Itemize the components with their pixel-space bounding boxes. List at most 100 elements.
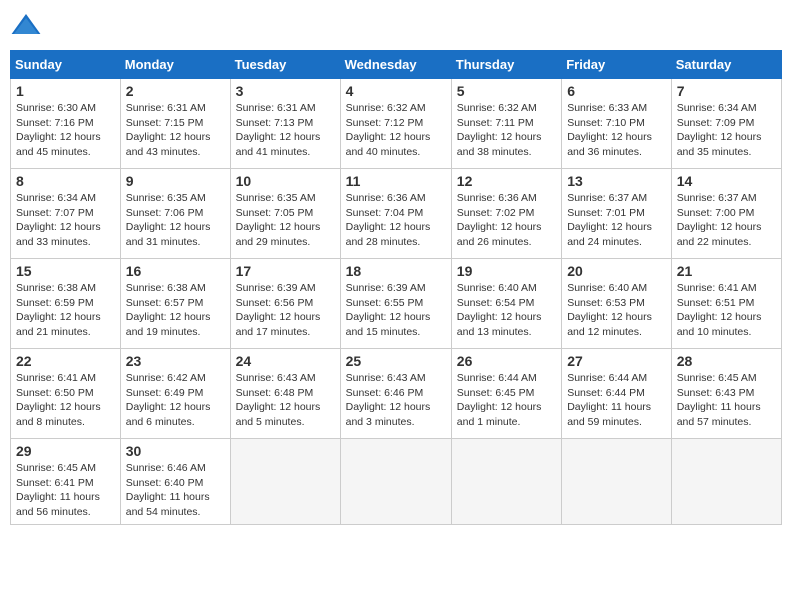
day-info: Sunrise: 6:37 AMSunset: 7:01 PMDaylight:… — [567, 191, 666, 250]
day-info: Sunrise: 6:33 AMSunset: 7:10 PMDaylight:… — [567, 101, 666, 160]
calendar-header-row: SundayMondayTuesdayWednesdayThursdayFrid… — [11, 51, 782, 79]
calendar-cell: 24 Sunrise: 6:43 AMSunset: 6:48 PMDayligh… — [230, 349, 340, 439]
calendar-cell: 25Sunrise: 6:43 AMSunset: 6:46 PMDayligh… — [340, 349, 451, 439]
day-number: 26 — [457, 353, 556, 369]
day-info: Sunrise: 6:45 AMSunset: 6:41 PMDaylight:… — [16, 461, 115, 520]
day-info: Sunrise: 6:41 AMSunset: 6:50 PMDaylight:… — [16, 371, 115, 430]
calendar-cell: 19 Sunrise: 6:40 AMSunset: 6:54 PMDayligh… — [451, 259, 561, 349]
calendar-cell: 10 Sunrise: 6:35 AMSunset: 7:05 PMDayligh… — [230, 169, 340, 259]
calendar-cell: 15Sunrise: 6:38 AMSunset: 6:59 PMDayligh… — [11, 259, 121, 349]
calendar-cell: 30 Sunrise: 6:46 AMSunset: 6:40 PMDayligh… — [120, 439, 230, 525]
calendar-header-thursday: Thursday — [451, 51, 561, 79]
calendar-cell: 18Sunrise: 6:39 AMSunset: 6:55 PMDayligh… — [340, 259, 451, 349]
calendar-cell: 22Sunrise: 6:41 AMSunset: 6:50 PMDayligh… — [11, 349, 121, 439]
logo-icon — [10, 10, 42, 42]
calendar-cell: 5Sunrise: 6:32 AMSunset: 7:11 PMDaylight… — [451, 79, 561, 169]
day-info: Sunrise: 6:38 AMSunset: 6:57 PMDaylight:… — [126, 281, 225, 340]
calendar-cell — [230, 439, 340, 525]
calendar-cell: 29Sunrise: 6:45 AMSunset: 6:41 PMDayligh… — [11, 439, 121, 525]
calendar-cell: 7 Sunrise: 6:34 AMSunset: 7:09 PMDaylight… — [671, 79, 781, 169]
day-number: 14 — [677, 173, 776, 189]
calendar-header-saturday: Saturday — [671, 51, 781, 79]
calendar-header-friday: Friday — [562, 51, 672, 79]
logo — [10, 10, 46, 42]
calendar-cell: 6 Sunrise: 6:33 AMSunset: 7:10 PMDaylight… — [562, 79, 672, 169]
calendar-week-row: 8 Sunrise: 6:34 AMSunset: 7:07 PMDaylight… — [11, 169, 782, 259]
day-number: 21 — [677, 263, 776, 279]
calendar-cell: 3 Sunrise: 6:31 AMSunset: 7:13 PMDaylight… — [230, 79, 340, 169]
day-number: 23 — [126, 353, 225, 369]
day-info: Sunrise: 6:43 AMSunset: 6:48 PMDaylight:… — [236, 371, 335, 430]
day-number: 19 — [457, 263, 556, 279]
day-number: 15 — [16, 263, 115, 279]
day-number: 2 — [126, 83, 225, 99]
calendar-week-row: 15Sunrise: 6:38 AMSunset: 6:59 PMDayligh… — [11, 259, 782, 349]
calendar-cell — [451, 439, 561, 525]
day-info: Sunrise: 6:41 AMSunset: 6:51 PMDaylight:… — [677, 281, 776, 340]
calendar-header-wednesday: Wednesday — [340, 51, 451, 79]
day-info: Sunrise: 6:37 AMSunset: 7:00 PMDaylight:… — [677, 191, 776, 250]
day-info: Sunrise: 6:31 AMSunset: 7:13 PMDaylight:… — [236, 101, 335, 160]
day-info: Sunrise: 6:39 AMSunset: 6:56 PMDaylight:… — [236, 281, 335, 340]
page-header — [10, 10, 782, 42]
day-info: Sunrise: 6:36 AMSunset: 7:04 PMDaylight:… — [346, 191, 446, 250]
day-number: 11 — [346, 173, 446, 189]
day-info: Sunrise: 6:34 AMSunset: 7:09 PMDaylight:… — [677, 101, 776, 160]
day-info: Sunrise: 6:40 AMSunset: 6:54 PMDaylight:… — [457, 281, 556, 340]
calendar-cell — [340, 439, 451, 525]
calendar-cell: 11 Sunrise: 6:36 AMSunset: 7:04 PMDayligh… — [340, 169, 451, 259]
calendar-cell: 20Sunrise: 6:40 AMSunset: 6:53 PMDayligh… — [562, 259, 672, 349]
calendar-cell: 2 Sunrise: 6:31 AMSunset: 7:15 PMDaylight… — [120, 79, 230, 169]
day-info: Sunrise: 6:32 AMSunset: 7:11 PMDaylight:… — [457, 101, 556, 160]
day-number: 3 — [236, 83, 335, 99]
calendar-cell: 26 Sunrise: 6:44 AMSunset: 6:45 PMDayligh… — [451, 349, 561, 439]
calendar-cell — [562, 439, 672, 525]
day-info: Sunrise: 6:36 AMSunset: 7:02 PMDaylight:… — [457, 191, 556, 250]
day-info: Sunrise: 6:44 AMSunset: 6:44 PMDaylight:… — [567, 371, 666, 430]
day-info: Sunrise: 6:30 AMSunset: 7:16 PMDaylight:… — [16, 101, 115, 160]
day-number: 6 — [567, 83, 666, 99]
calendar-table: SundayMondayTuesdayWednesdayThursdayFrid… — [10, 50, 782, 525]
calendar-cell: 13 Sunrise: 6:37 AMSunset: 7:01 PMDayligh… — [562, 169, 672, 259]
day-info: Sunrise: 6:35 AMSunset: 7:06 PMDaylight:… — [126, 191, 225, 250]
calendar-cell: 23 Sunrise: 6:42 AMSunset: 6:49 PMDayligh… — [120, 349, 230, 439]
calendar-week-row: 1 Sunrise: 6:30 AMSunset: 7:16 PMDaylight… — [11, 79, 782, 169]
day-number: 10 — [236, 173, 335, 189]
day-number: 12 — [457, 173, 556, 189]
day-number: 9 — [126, 173, 225, 189]
day-info: Sunrise: 6:31 AMSunset: 7:15 PMDaylight:… — [126, 101, 225, 160]
calendar-cell: 17 Sunrise: 6:39 AMSunset: 6:56 PMDayligh… — [230, 259, 340, 349]
day-info: Sunrise: 6:40 AMSunset: 6:53 PMDaylight:… — [567, 281, 666, 340]
day-number: 27 — [567, 353, 666, 369]
day-number: 7 — [677, 83, 776, 99]
day-number: 24 — [236, 353, 335, 369]
day-info: Sunrise: 6:39 AMSunset: 6:55 PMDaylight:… — [346, 281, 446, 340]
day-number: 30 — [126, 443, 225, 459]
day-number: 25 — [346, 353, 446, 369]
day-info: Sunrise: 6:42 AMSunset: 6:49 PMDaylight:… — [126, 371, 225, 430]
calendar-cell: 16 Sunrise: 6:38 AMSunset: 6:57 PMDayligh… — [120, 259, 230, 349]
day-info: Sunrise: 6:34 AMSunset: 7:07 PMDaylight:… — [16, 191, 115, 250]
calendar-week-row: 29Sunrise: 6:45 AMSunset: 6:41 PMDayligh… — [11, 439, 782, 525]
calendar-cell: 8 Sunrise: 6:34 AMSunset: 7:07 PMDaylight… — [11, 169, 121, 259]
calendar-cell: 12 Sunrise: 6:36 AMSunset: 7:02 PMDayligh… — [451, 169, 561, 259]
day-number: 8 — [16, 173, 115, 189]
day-number: 1 — [16, 83, 115, 99]
day-info: Sunrise: 6:35 AMSunset: 7:05 PMDaylight:… — [236, 191, 335, 250]
calendar-header-sunday: Sunday — [11, 51, 121, 79]
day-number: 17 — [236, 263, 335, 279]
day-info: Sunrise: 6:45 AMSunset: 6:43 PMDaylight:… — [677, 371, 776, 430]
day-info: Sunrise: 6:44 AMSunset: 6:45 PMDaylight:… — [457, 371, 556, 430]
calendar-cell: 28Sunrise: 6:45 AMSunset: 6:43 PMDayligh… — [671, 349, 781, 439]
calendar-header-tuesday: Tuesday — [230, 51, 340, 79]
calendar-header-monday: Monday — [120, 51, 230, 79]
calendar-cell: 21 Sunrise: 6:41 AMSunset: 6:51 PMDayligh… — [671, 259, 781, 349]
calendar-cell: 27 Sunrise: 6:44 AMSunset: 6:44 PMDayligh… — [562, 349, 672, 439]
day-number: 4 — [346, 83, 446, 99]
calendar-cell — [671, 439, 781, 525]
day-info: Sunrise: 6:32 AMSunset: 7:12 PMDaylight:… — [346, 101, 446, 160]
calendar-cell: 14 Sunrise: 6:37 AMSunset: 7:00 PMDayligh… — [671, 169, 781, 259]
day-number: 13 — [567, 173, 666, 189]
day-number: 16 — [126, 263, 225, 279]
day-info: Sunrise: 6:46 AMSunset: 6:40 PMDaylight:… — [126, 461, 225, 520]
